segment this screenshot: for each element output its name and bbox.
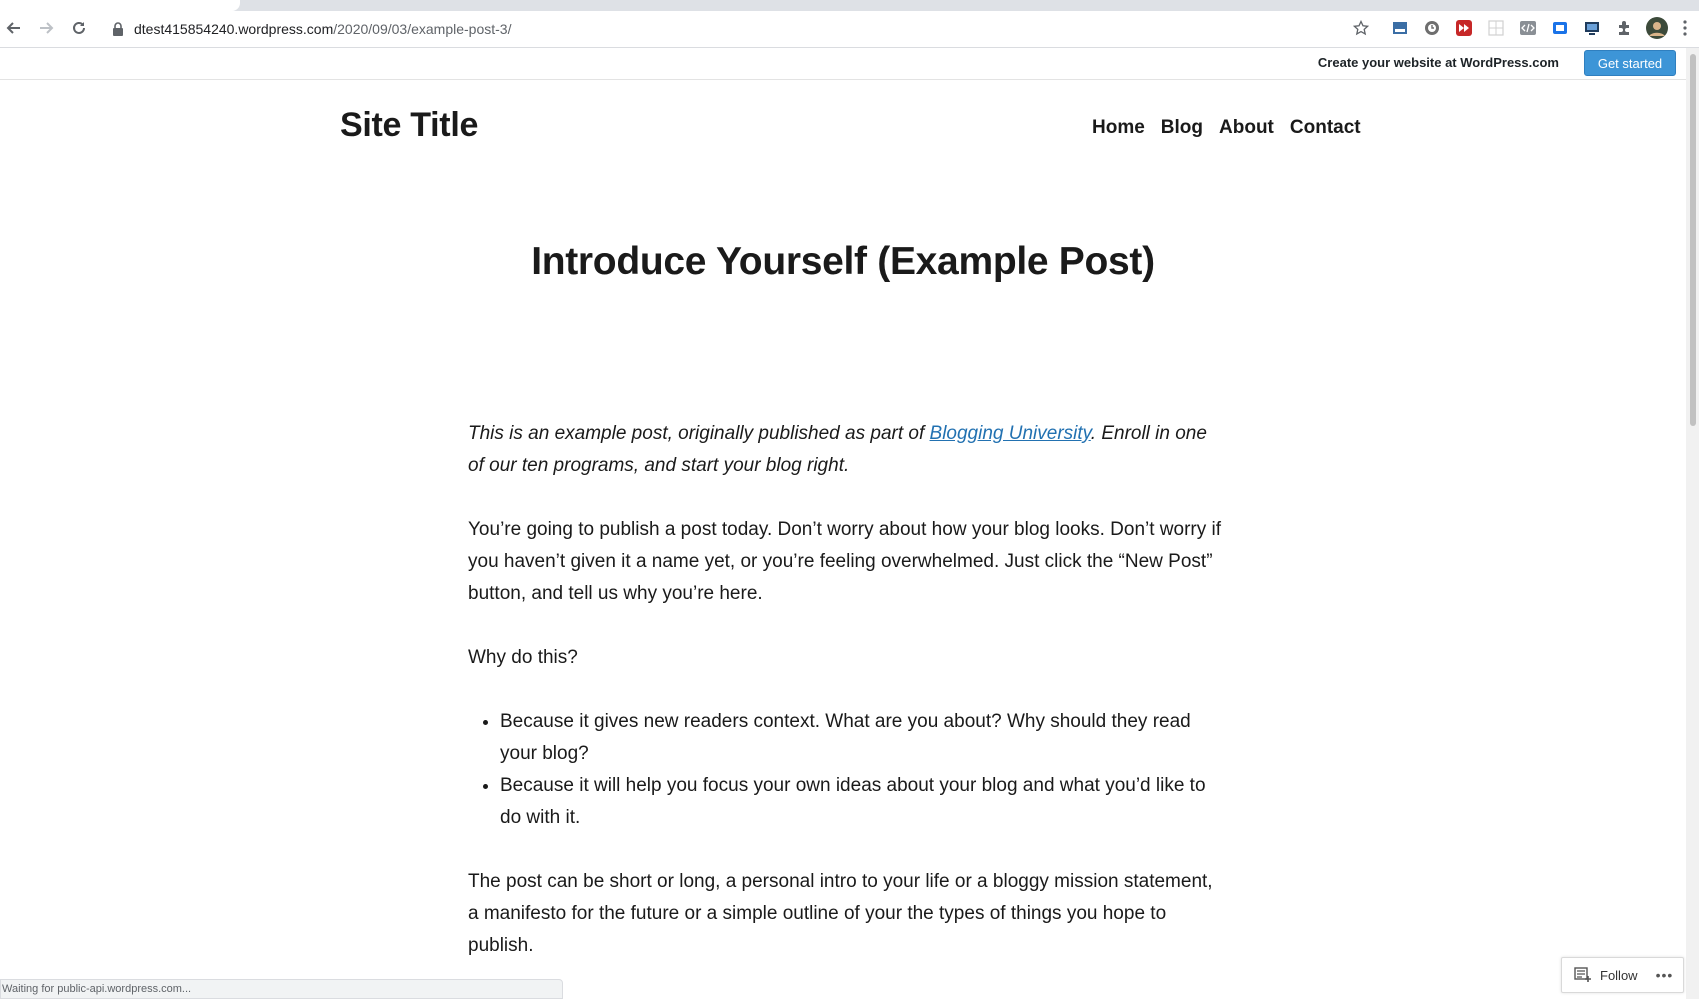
more-options-icon[interactable]: ••• bbox=[1656, 967, 1674, 983]
browser-menu-button[interactable] bbox=[1680, 19, 1690, 37]
status-bubble: Waiting for public-api.wordpress.com... bbox=[0, 979, 563, 999]
arrow-right-icon bbox=[40, 22, 54, 34]
extension-monitor-button[interactable] bbox=[1583, 19, 1601, 37]
post-title: Introduce Yourself (Example Post) bbox=[531, 240, 1155, 283]
profile-button[interactable] bbox=[1646, 17, 1668, 39]
arrow-left-icon bbox=[6, 22, 20, 34]
get-started-button[interactable]: Get started bbox=[1584, 50, 1676, 76]
post-paragraph: Why do this? bbox=[468, 647, 578, 668]
post-content: This is an example post, originally publ… bbox=[468, 418, 1228, 994]
fast-forward-extension-icon bbox=[1456, 20, 1472, 36]
form-extension-icon bbox=[1553, 22, 1567, 34]
create-website-link[interactable]: Create your website at WordPress.com bbox=[1318, 55, 1559, 70]
nav-home[interactable]: Home bbox=[1092, 117, 1145, 139]
blogging-university-link[interactable]: Blogging University bbox=[930, 423, 1091, 444]
active-tab[interactable] bbox=[0, 0, 240, 11]
code-extension-icon bbox=[1520, 21, 1536, 35]
nav-contact[interactable]: Contact bbox=[1290, 117, 1361, 139]
extension-media-button[interactable] bbox=[1455, 19, 1473, 37]
nav-about[interactable]: About bbox=[1219, 117, 1274, 139]
site-title[interactable]: Site Title bbox=[340, 106, 478, 145]
clock-extension-icon bbox=[1425, 21, 1439, 35]
extension-clock-button[interactable] bbox=[1423, 19, 1441, 37]
extension-image-button[interactable] bbox=[1391, 19, 1409, 37]
main-navigation: Home Blog About Contact bbox=[1092, 117, 1361, 139]
forward-button[interactable] bbox=[35, 17, 57, 39]
monitor-extension-icon bbox=[1585, 22, 1599, 35]
url-path: /2020/09/03/example-post-3/ bbox=[333, 21, 512, 37]
post-intro: This is an example post, originally publ… bbox=[468, 418, 1228, 482]
list-item: Because it gives new readers context. Wh… bbox=[500, 706, 1228, 770]
url-host: dtest415854240.wordpress.com bbox=[134, 21, 334, 37]
star-icon bbox=[1353, 20, 1369, 36]
tab-strip bbox=[0, 0, 1699, 11]
nav-blog[interactable]: Blog bbox=[1161, 117, 1203, 139]
list-item: Because it will help you focus your own … bbox=[500, 770, 1228, 834]
reload-icon bbox=[73, 21, 85, 34]
avatar bbox=[1646, 17, 1668, 39]
reload-button[interactable] bbox=[68, 17, 90, 39]
image-extension-icon bbox=[1393, 22, 1407, 34]
post-paragraph: You’re going to publish a post today. Do… bbox=[468, 519, 1222, 604]
extension-code-button[interactable] bbox=[1519, 19, 1537, 37]
puzzle-icon bbox=[1619, 21, 1629, 35]
post-paragraph: The post can be short or long, a persona… bbox=[468, 871, 1213, 956]
extension-form-button[interactable] bbox=[1551, 19, 1569, 37]
intro-text: This is an example post, originally publ… bbox=[468, 423, 930, 444]
extensions-button[interactable] bbox=[1615, 19, 1633, 37]
address-bar[interactable]: dtest415854240.wordpress.com/2020/09/03/… bbox=[112, 19, 511, 39]
url-text: dtest415854240.wordpress.com/2020/09/03/… bbox=[134, 21, 511, 37]
reader-follow-icon bbox=[1574, 967, 1591, 982]
back-button[interactable] bbox=[3, 17, 25, 39]
follow-widget[interactable]: Follow ••• bbox=[1561, 957, 1684, 993]
scrollbar-thumb[interactable] bbox=[1690, 54, 1696, 426]
lock-icon bbox=[113, 22, 123, 36]
wordpress-promo-bar: Create your website at WordPress.com Get… bbox=[0, 48, 1699, 80]
post-bullet-list: Because it gives new readers context. Wh… bbox=[500, 706, 1228, 834]
grid-extension-icon bbox=[1488, 20, 1504, 36]
bookmark-star-button[interactable] bbox=[1352, 19, 1370, 37]
kebab-menu-icon bbox=[1683, 20, 1687, 36]
follow-button[interactable]: Follow bbox=[1600, 968, 1638, 983]
extension-grid-button[interactable] bbox=[1487, 19, 1505, 37]
